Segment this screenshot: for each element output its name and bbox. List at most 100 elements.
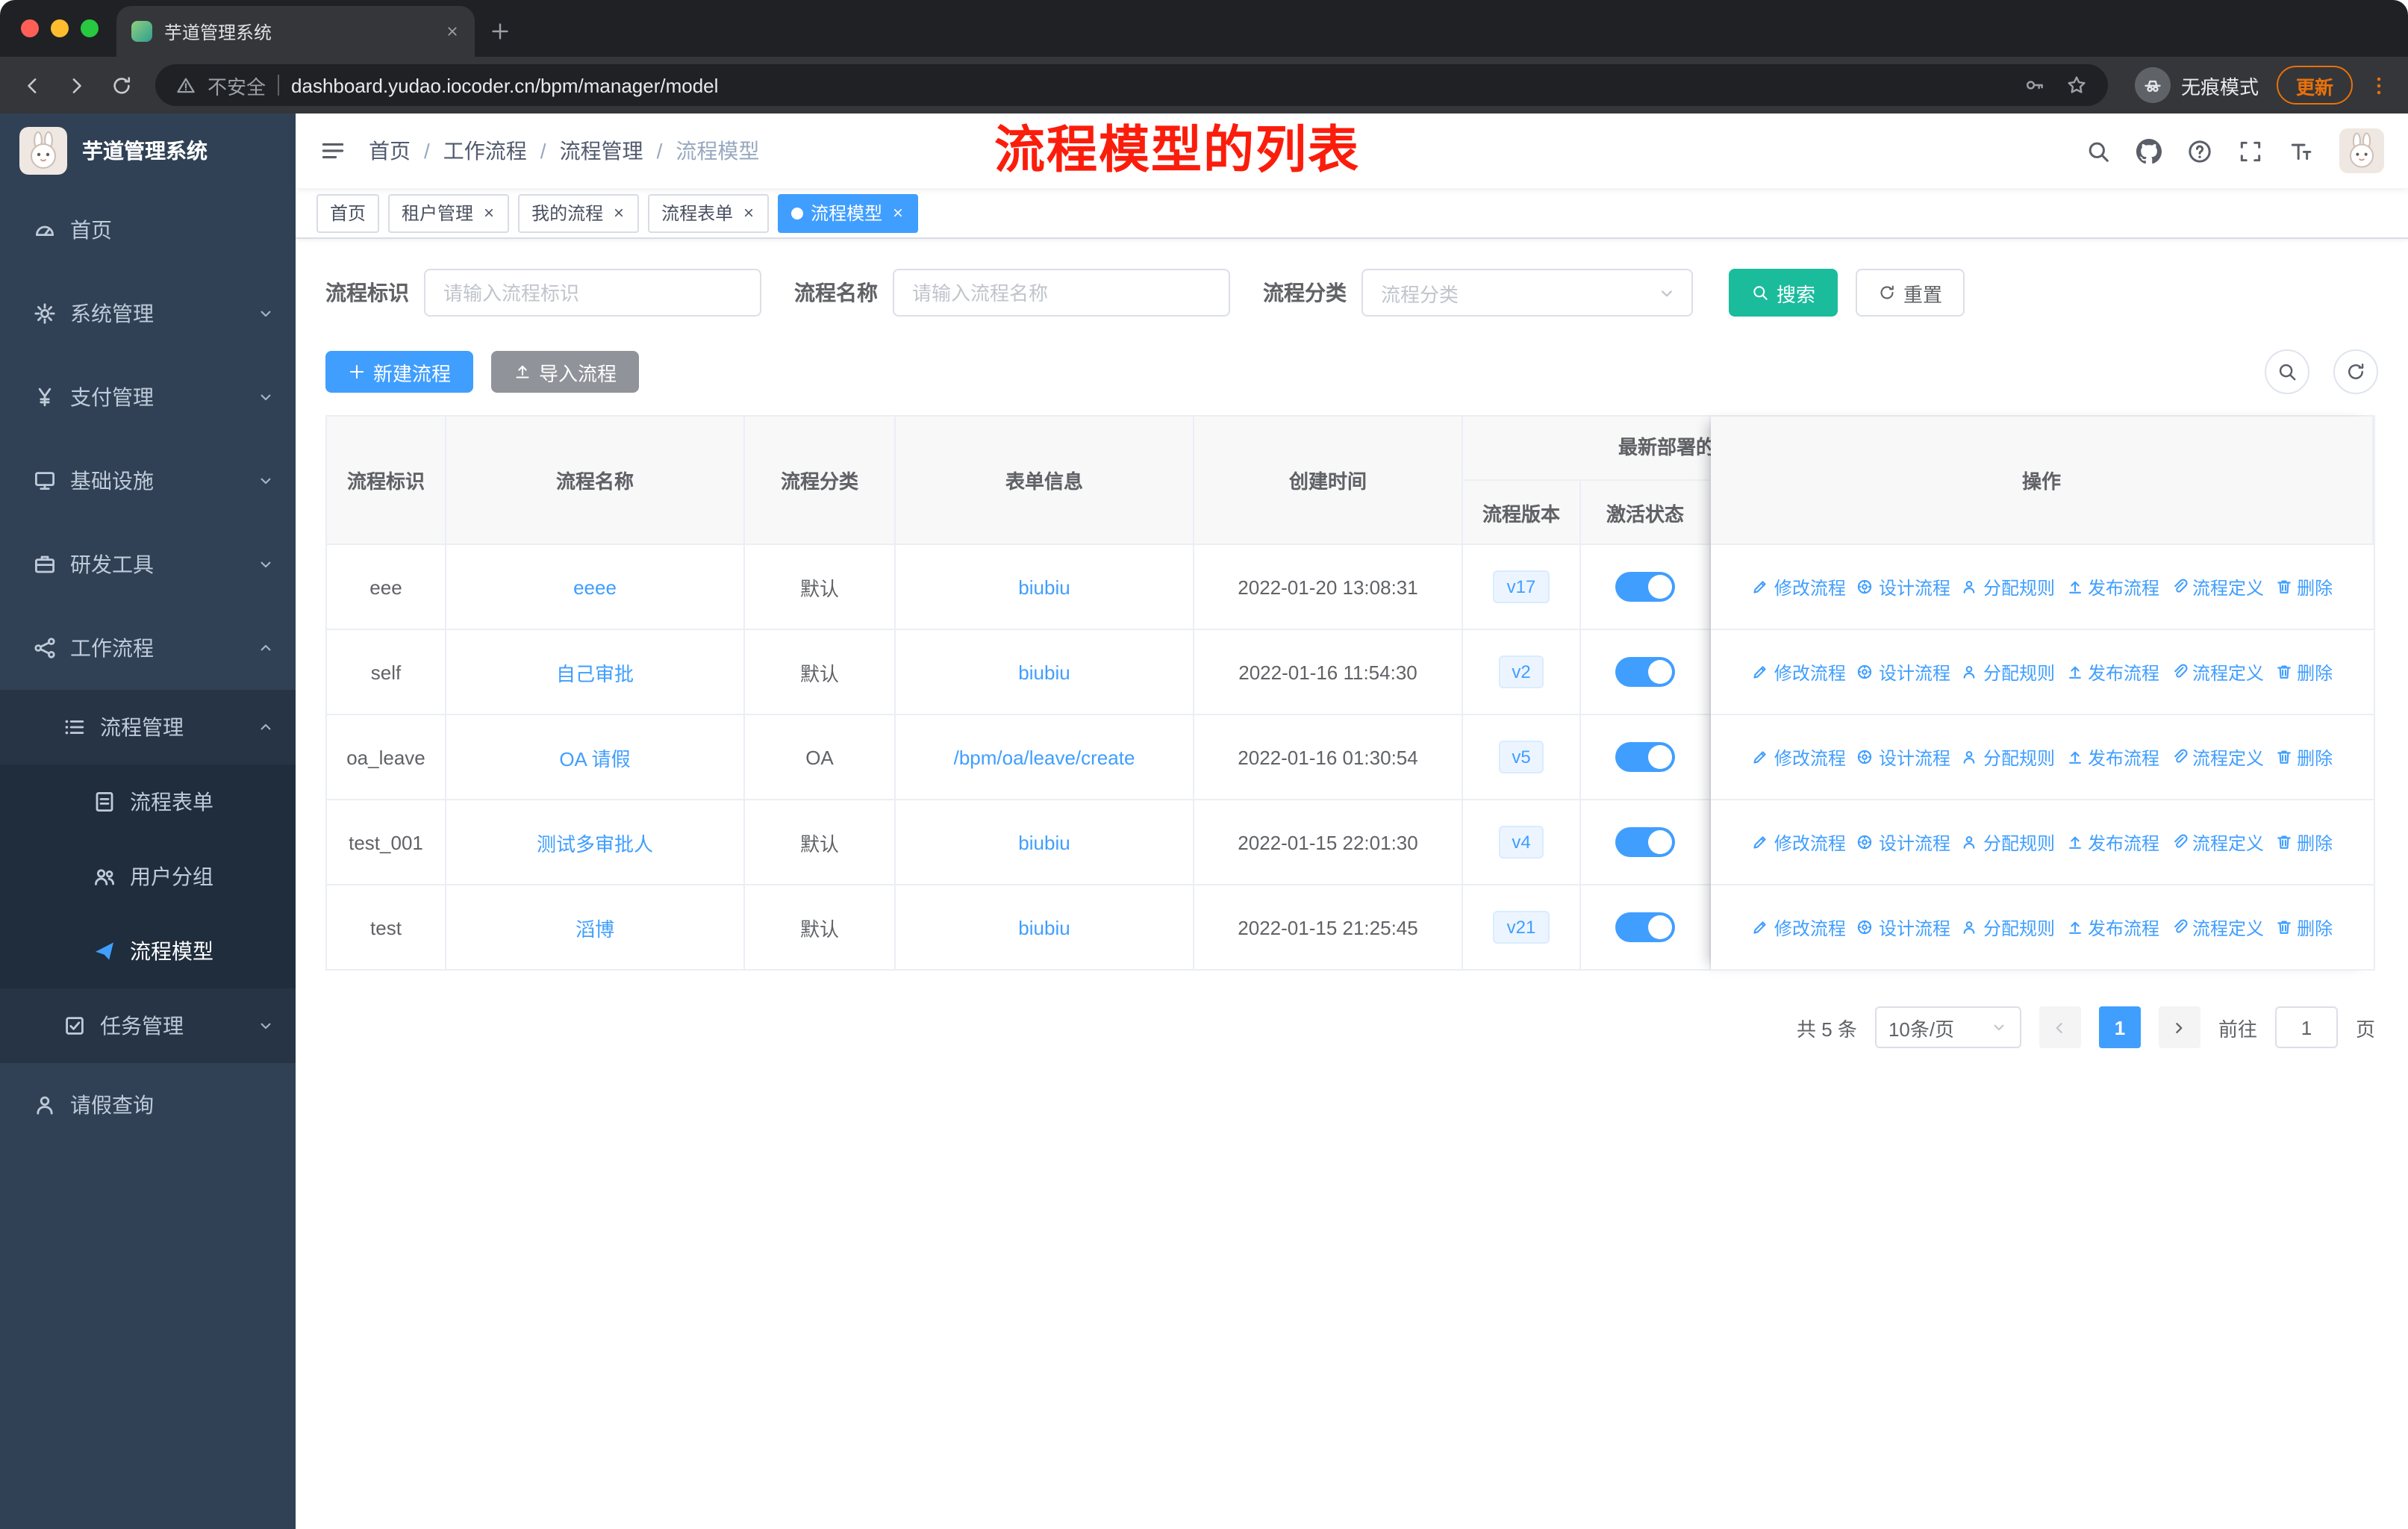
- action-definition[interactable]: 流程定义: [2170, 829, 2264, 855]
- sidebar-item-task-mgmt[interactable]: 任务管理: [0, 988, 296, 1063]
- key-icon[interactable]: [2024, 75, 2045, 96]
- sidebar-item-infra[interactable]: 基础设施: [0, 439, 296, 523]
- process-name-link[interactable]: OA 请假: [559, 743, 630, 771]
- action-assign-rule[interactable]: 分配规则: [1961, 659, 2055, 685]
- sidebar-item-home[interactable]: 首页: [0, 188, 296, 272]
- search-icon[interactable]: [2086, 138, 2111, 164]
- process-name-link[interactable]: 自己审批: [556, 658, 634, 686]
- action-delete[interactable]: 删除: [2274, 915, 2333, 940]
- action-assign-rule[interactable]: 分配规则: [1961, 574, 2055, 600]
- form-info-link[interactable]: biubiu: [1018, 831, 1070, 853]
- tab-my-process[interactable]: 我的流程: [518, 193, 640, 232]
- form-info-link[interactable]: biubiu: [1018, 576, 1070, 598]
- status-toggle[interactable]: [1615, 742, 1675, 772]
- fullscreen-icon[interactable]: [2238, 138, 2263, 164]
- action-design[interactable]: 设计流程: [1856, 744, 1950, 770]
- close-window-button[interactable]: [21, 19, 39, 37]
- breadcrumb-item[interactable]: 首页: [369, 136, 411, 166]
- tab-tenant-mgmt[interactable]: 租户管理: [388, 193, 510, 232]
- breadcrumb-item[interactable]: 工作流程: [443, 136, 527, 166]
- action-delete[interactable]: 删除: [2274, 574, 2333, 600]
- status-toggle[interactable]: [1615, 912, 1675, 942]
- action-assign-rule[interactable]: 分配规则: [1961, 744, 2055, 770]
- action-definition[interactable]: 流程定义: [2170, 915, 2264, 940]
- app-logo[interactable]: 芋道管理系统: [0, 113, 296, 188]
- bookmark-star-icon[interactable]: [2066, 75, 2087, 96]
- action-publish[interactable]: 发布流程: [2065, 659, 2159, 685]
- tab-process-model[interactable]: 流程模型: [778, 193, 919, 232]
- tab-process-form[interactable]: 流程表单: [648, 193, 770, 232]
- create-process-button[interactable]: 新建流程: [325, 351, 474, 393]
- close-icon[interactable]: [482, 206, 496, 219]
- sidebar-item-process-mgmt[interactable]: 流程管理: [0, 690, 296, 764]
- form-info-link[interactable]: /bpm/oa/leave/create: [954, 746, 1135, 768]
- minimize-window-button[interactable]: [51, 19, 69, 37]
- action-modify[interactable]: 修改流程: [1752, 574, 1846, 600]
- next-page-button[interactable]: [2158, 1006, 2200, 1048]
- prev-page-button[interactable]: [2039, 1006, 2081, 1048]
- action-modify[interactable]: 修改流程: [1752, 744, 1846, 770]
- action-publish[interactable]: 发布流程: [2065, 829, 2159, 855]
- action-design[interactable]: 设计流程: [1856, 659, 1950, 685]
- goto-page-input[interactable]: [2274, 1006, 2338, 1048]
- close-tab-icon[interactable]: [445, 24, 460, 39]
- action-definition[interactable]: 流程定义: [2170, 574, 2264, 600]
- process-name-link[interactable]: 滔博: [576, 913, 614, 941]
- form-info-link[interactable]: biubiu: [1018, 916, 1070, 938]
- close-icon[interactable]: [742, 206, 755, 219]
- toggle-search-button[interactable]: [2265, 349, 2309, 394]
- refresh-table-button[interactable]: [2333, 349, 2378, 394]
- process-name-input[interactable]: [893, 269, 1230, 317]
- question-icon[interactable]: [2187, 138, 2212, 164]
- reload-button[interactable]: [102, 66, 140, 105]
- action-modify[interactable]: 修改流程: [1752, 829, 1846, 855]
- process-name-link[interactable]: eeee: [573, 576, 617, 598]
- action-assign-rule[interactable]: 分配规则: [1961, 915, 2055, 940]
- action-modify[interactable]: 修改流程: [1752, 915, 1846, 940]
- search-button[interactable]: 搜索: [1729, 269, 1838, 317]
- status-toggle[interactable]: [1615, 657, 1675, 687]
- reset-button[interactable]: 重置: [1856, 269, 1965, 317]
- close-icon[interactable]: [612, 206, 626, 219]
- action-delete[interactable]: 删除: [2274, 829, 2333, 855]
- action-publish[interactable]: 发布流程: [2065, 744, 2159, 770]
- action-design[interactable]: 设计流程: [1856, 915, 1950, 940]
- sidebar-toggle-button[interactable]: [319, 137, 346, 164]
- browser-tab[interactable]: 芋道管理系统: [116, 6, 475, 57]
- action-publish[interactable]: 发布流程: [2065, 574, 2159, 600]
- new-tab-button[interactable]: [490, 21, 511, 42]
- page-number-button[interactable]: 1: [2098, 1006, 2141, 1048]
- action-delete[interactable]: 删除: [2274, 659, 2333, 685]
- browser-menu-icon[interactable]: [2368, 74, 2390, 96]
- import-process-button[interactable]: 导入流程: [491, 351, 640, 393]
- action-assign-rule[interactable]: 分配规则: [1961, 829, 2055, 855]
- sidebar-item-devtools[interactable]: 研发工具: [0, 523, 296, 606]
- action-design[interactable]: 设计流程: [1856, 829, 1950, 855]
- forward-button[interactable]: [57, 66, 96, 105]
- action-publish[interactable]: 发布流程: [2065, 915, 2159, 940]
- github-icon[interactable]: [2136, 138, 2162, 164]
- page-size-select[interactable]: 10条/页: [1874, 1006, 2021, 1048]
- breadcrumb-item[interactable]: 流程管理: [560, 136, 643, 166]
- action-design[interactable]: 设计流程: [1856, 574, 1950, 600]
- sidebar-item-payment[interactable]: 支付管理: [0, 355, 296, 439]
- security-label[interactable]: 不安全: [208, 71, 266, 99]
- sidebar-item-process-model[interactable]: 流程模型: [0, 914, 296, 988]
- user-avatar[interactable]: [2339, 128, 2384, 173]
- update-button[interactable]: 更新: [2276, 66, 2353, 105]
- process-id-input[interactable]: [424, 269, 761, 317]
- form-info-link[interactable]: biubiu: [1018, 661, 1070, 683]
- process-name-link[interactable]: 测试多审批人: [537, 828, 653, 856]
- zoom-window-button[interactable]: [81, 19, 99, 37]
- font-size-icon[interactable]: [2289, 138, 2314, 164]
- sidebar-item-process-form[interactable]: 流程表单: [0, 764, 296, 839]
- address-bar[interactable]: 不安全 dashboard.yudao.iocoder.cn/bpm/manag…: [155, 64, 2108, 106]
- action-delete[interactable]: 删除: [2274, 744, 2333, 770]
- sidebar-item-workflow[interactable]: 工作流程: [0, 606, 296, 690]
- status-toggle[interactable]: [1615, 827, 1675, 857]
- action-definition[interactable]: 流程定义: [2170, 659, 2264, 685]
- sidebar-item-user-group[interactable]: 用户分组: [0, 839, 296, 914]
- tab-home[interactable]: 首页: [316, 193, 380, 232]
- status-toggle[interactable]: [1615, 572, 1675, 602]
- action-definition[interactable]: 流程定义: [2170, 744, 2264, 770]
